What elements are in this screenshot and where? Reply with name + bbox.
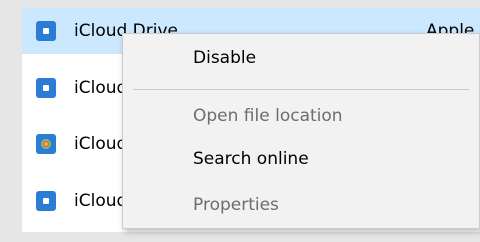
menu-item-disable[interactable]: Disable [193,48,256,68]
app-name: iCloud [74,78,128,98]
app-name: iCloud [74,134,128,154]
icloud-app-icon [36,21,56,41]
menu-item-properties: Properties [193,195,279,215]
menu-separator [133,89,469,90]
context-menu: Disable Open file location Search online… [122,33,480,229]
menu-item-open-file-location: Open file location [193,106,343,126]
task-manager-startup-frame: iCloud Drive Apple iCloud iCloud iCloud … [0,0,480,242]
app-name: iCloud [74,191,128,211]
icloud-app-icon [36,78,56,98]
icloud-app-icon [36,191,56,211]
menu-item-search-online[interactable]: Search online [193,149,309,169]
icloud-photos-icon [36,134,56,154]
